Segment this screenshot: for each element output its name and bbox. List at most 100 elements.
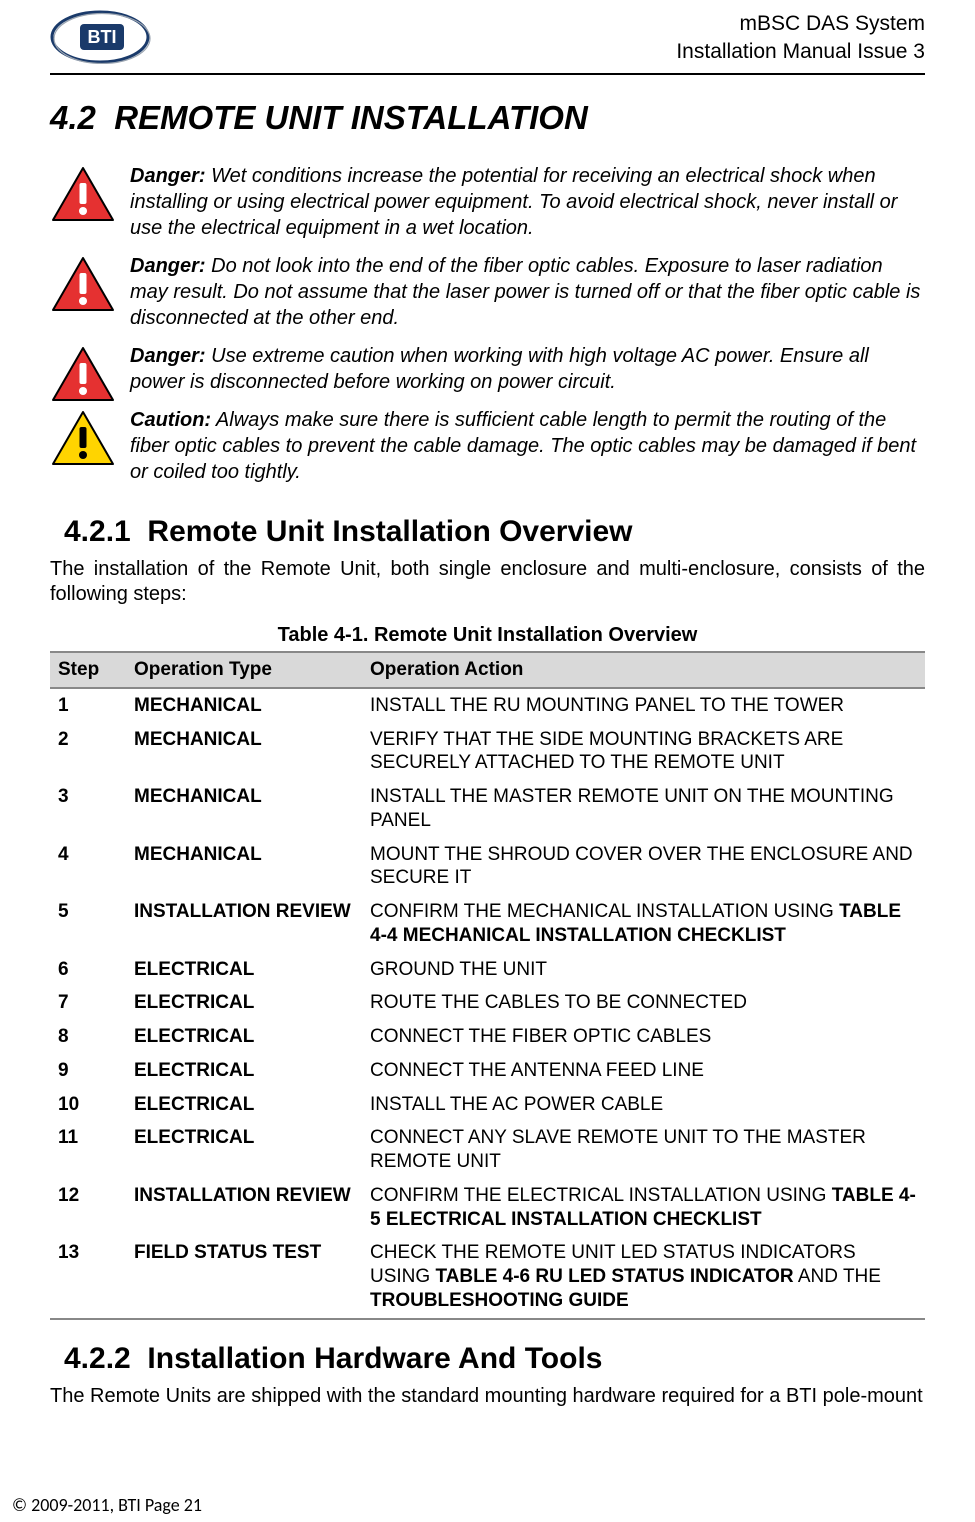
cell-type: MECHANICAL: [126, 688, 362, 723]
subsection-title-2: 4.2.2 Installation Hardware And Tools: [64, 1342, 925, 1376]
table-row: 12INSTALLATION REVIEW CONFIRM THE ELECTRI…: [50, 1179, 925, 1237]
caution-icon: [50, 407, 130, 467]
warning-row: Danger: Do not look into the end of the …: [50, 253, 925, 339]
action-pre: VERIFY THAT THE SIDE MOUNTING BRACKETS A…: [370, 729, 843, 774]
cell-step: 1: [50, 688, 126, 723]
footer: © 2009-2011, BTI Page 21: [12, 1494, 202, 1516]
action-pre: INSTALL THE RU MOUNTING PANEL TO THE TOW…: [370, 695, 844, 716]
cell-type: ELECTRICAL: [126, 1088, 362, 1122]
cell-action: MOUNT THE SHROUD COVER OVER THE ENCLOSUR…: [362, 838, 925, 896]
action-strong2: TROUBLESHOOTING GUIDE: [370, 1290, 629, 1311]
warning-body: Always make sure there is sufficient cab…: [130, 409, 916, 483]
table-row: 6ELECTRICAL GROUND THE UNIT: [50, 953, 925, 987]
action-pre: INSTALL THE AC POWER CABLE: [370, 1094, 663, 1115]
cell-action: VERIFY THAT THE SIDE MOUNTING BRACKETS A…: [362, 723, 925, 781]
cell-type: ELECTRICAL: [126, 953, 362, 987]
table-row: 9ELECTRICAL CONNECT THE ANTENNA FEED LINE: [50, 1054, 925, 1088]
cell-step: 11: [50, 1121, 126, 1179]
cell-type: ELECTRICAL: [126, 1020, 362, 1054]
warning-body: Wet conditions increase the potential fo…: [130, 165, 897, 239]
action-pre: MOUNT THE SHROUD COVER OVER THE ENCLOSUR…: [370, 844, 913, 889]
page-header: BTI mBSC DAS System Installation Manual …: [50, 10, 925, 75]
table-header-row: Step Operation Type Operation Action: [50, 652, 925, 688]
warning-text: Danger: Use extreme caution when working…: [130, 343, 925, 403]
cell-type: FIELD STATUS TEST: [126, 1236, 362, 1318]
cell-step: 12: [50, 1179, 126, 1237]
cell-step: 5: [50, 895, 126, 953]
cell-type: MECHANICAL: [126, 838, 362, 896]
warning-text: Caution: Always make sure there is suffi…: [130, 407, 925, 493]
action-pre: CONNECT THE ANTENNA FEED LINE: [370, 1060, 704, 1081]
cell-action: CONNECT THE ANTENNA FEED LINE: [362, 1054, 925, 1088]
subsection1-intro: The installation of the Remote Unit, bot…: [50, 557, 925, 608]
cell-type: INSTALLATION REVIEW: [126, 895, 362, 953]
action-pre: CONFIRM THE ELECTRICAL INSTALLATION USIN…: [370, 1185, 832, 1206]
action-pre: CONFIRM THE MECHANICAL INSTALLATION USIN…: [370, 901, 839, 922]
cell-action: INSTALL THE MASTER REMOTE UNIT ON THE MO…: [362, 780, 925, 838]
warning-body: Use extreme caution when working with hi…: [130, 345, 869, 393]
warning-label: Caution:: [130, 409, 211, 431]
action-pre: CONNECT ANY SLAVE REMOTE UNIT TO THE MAS…: [370, 1127, 866, 1172]
action-pre: ROUTE THE CABLES TO BE CONNECTED: [370, 992, 747, 1013]
table-row: 13FIELD STATUS TESTCHECK THE REMOTE UNIT…: [50, 1236, 925, 1318]
cell-action: GROUND THE UNIT: [362, 953, 925, 987]
logo: BTI: [50, 10, 160, 64]
subsection-name-2: Installation Hardware And Tools: [147, 1342, 602, 1375]
subsection-name-1: Remote Unit Installation Overview: [147, 515, 632, 548]
cell-type: ELECTRICAL: [126, 1054, 362, 1088]
warning-text: Danger: Wet conditions increase the pote…: [130, 163, 925, 249]
subsection2-intro: The Remote Units are shipped with the st…: [50, 1384, 925, 1410]
warning-row: Caution: Always make sure there is suffi…: [50, 407, 925, 493]
th-action: Operation Action: [362, 652, 925, 688]
action-pre: GROUND THE UNIT: [370, 959, 547, 980]
cell-step: 7: [50, 986, 126, 1020]
cell-step: 13: [50, 1236, 126, 1318]
svg-text:BTI: BTI: [88, 27, 117, 47]
section-title: 4.2 REMOTE UNIT INSTALLATION: [50, 99, 925, 137]
cell-step: 6: [50, 953, 126, 987]
cell-step: 3: [50, 780, 126, 838]
danger-icon: [50, 343, 130, 403]
table-row: 8ELECTRICAL CONNECT THE FIBER OPTIC CABLE…: [50, 1020, 925, 1054]
warning-label: Danger:: [130, 165, 206, 187]
header-product: mBSC DAS System: [676, 10, 925, 38]
table-row: 3MECHANICALINSTALL THE MASTER REMOTE UNI…: [50, 780, 925, 838]
section-number: 4.2: [50, 99, 96, 136]
table-row: 10ELECTRICAL INSTALL THE AC POWER CABLE: [50, 1088, 925, 1122]
action-post: AND THE: [794, 1266, 881, 1287]
subsection-number-1: 4.2.1: [64, 515, 131, 548]
cell-action: CONFIRM THE ELECTRICAL INSTALLATION USIN…: [362, 1179, 925, 1237]
cell-step: 9: [50, 1054, 126, 1088]
table-row: 2MECHANICALVERIFY THAT THE SIDE MOUNTING…: [50, 723, 925, 781]
cell-type: ELECTRICAL: [126, 1121, 362, 1179]
cell-action: CONFIRM THE MECHANICAL INSTALLATION USIN…: [362, 895, 925, 953]
warning-row: Danger: Wet conditions increase the pote…: [50, 163, 925, 249]
action-pre: CONNECT THE FIBER OPTIC CABLES: [370, 1026, 711, 1047]
th-type: Operation Type: [126, 652, 362, 688]
cell-action: INSTALL THE RU MOUNTING PANEL TO THE TOW…: [362, 688, 925, 723]
header-doc: Installation Manual Issue 3: [676, 38, 925, 66]
table-row: 7ELECTRICAL ROUTE THE CABLES TO BE CONNEC…: [50, 986, 925, 1020]
cell-type: MECHANICAL: [126, 723, 362, 781]
warnings-block: Danger: Wet conditions increase the pote…: [50, 163, 925, 493]
cell-action: CHECK THE REMOTE UNIT LED STATUS INDICAT…: [362, 1236, 925, 1318]
warning-row: Danger: Use extreme caution when working…: [50, 343, 925, 403]
action-strong: TABLE 4-6 RU LED STATUS INDICATOR: [435, 1266, 793, 1287]
warning-body: Do not look into the end of the fiber op…: [130, 255, 920, 329]
cell-type: ELECTRICAL: [126, 986, 362, 1020]
section-name: REMOTE UNIT INSTALLATION: [114, 99, 588, 136]
cell-action: CONNECT THE FIBER OPTIC CABLES: [362, 1020, 925, 1054]
table-row: 1MECHANICAL INSTALL THE RU MOUNTING PANEL…: [50, 688, 925, 723]
action-pre: INSTALL THE MASTER REMOTE UNIT ON THE MO…: [370, 786, 894, 831]
cell-action: ROUTE THE CABLES TO BE CONNECTED: [362, 986, 925, 1020]
table-caption: Table 4-1. Remote Unit Installation Over…: [50, 624, 925, 647]
header-text: mBSC DAS System Installation Manual Issu…: [676, 10, 925, 67]
cell-step: 8: [50, 1020, 126, 1054]
cell-action: CONNECT ANY SLAVE REMOTE UNIT TO THE MAS…: [362, 1121, 925, 1179]
cell-type: INSTALLATION REVIEW: [126, 1179, 362, 1237]
cell-step: 10: [50, 1088, 126, 1122]
warning-label: Danger:: [130, 255, 206, 277]
table-row: 4MECHANICALMOUNT THE SHROUD COVER OVER T…: [50, 838, 925, 896]
danger-icon: [50, 253, 130, 313]
overview-table: Step Operation Type Operation Action 1ME…: [50, 651, 925, 1320]
